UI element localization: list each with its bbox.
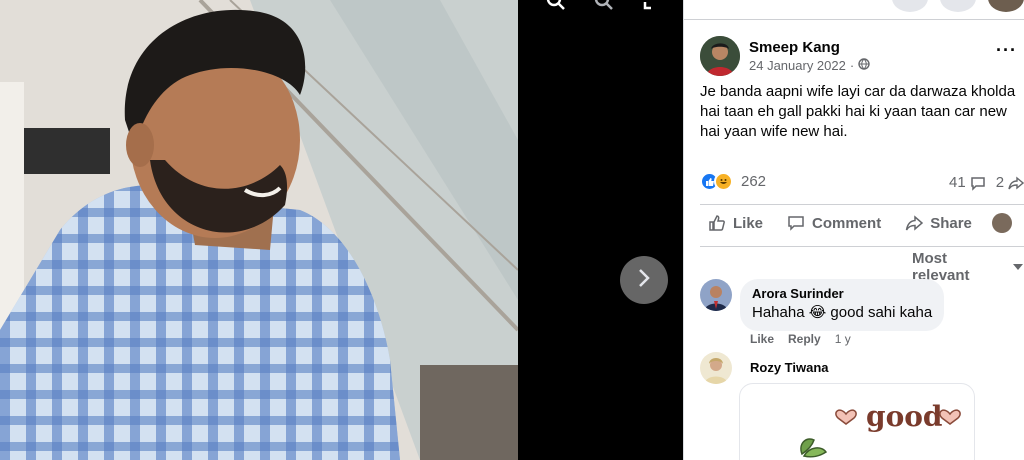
commenter-name[interactable]: Arora Surinder: [752, 286, 932, 302]
photo-illustration: [0, 0, 518, 460]
post-author[interactable]: Smeep Kang: [749, 38, 870, 57]
panel-header: [684, 0, 1024, 20]
reaction-count: 262: [741, 173, 767, 190]
reactions-summary[interactable]: 262: [700, 172, 766, 191]
haha-reaction-icon: [714, 172, 733, 191]
zoom-in-icon[interactable]: [545, 0, 567, 12]
commenter-name[interactable]: Rozy Tiwana: [750, 352, 829, 384]
sticker-text: good: [866, 400, 943, 433]
comment-item: Rozy Tiwana: [700, 352, 829, 384]
fullscreen-icon[interactable]: [641, 0, 663, 12]
author-avatar[interactable]: [700, 36, 740, 76]
more-options-button[interactable]: ···: [996, 40, 1017, 61]
good-sticker: good: [800, 400, 961, 458]
chevron-right-icon: [636, 268, 652, 293]
comment-sticker[interactable]: good: [739, 383, 975, 460]
comment-button[interactable]: Comment: [787, 214, 881, 232]
divider: [700, 246, 1024, 247]
zoom-out-icon[interactable]: [593, 0, 615, 12]
post-header: Smeep Kang 24 January 2022 ·: [700, 36, 870, 76]
commenter-avatar[interactable]: [700, 279, 732, 311]
chevron-down-icon: [1012, 259, 1024, 276]
share-arrow-icon: [1008, 175, 1024, 191]
thumbs-up-icon: [708, 214, 726, 232]
photo-viewer: [0, 0, 683, 460]
engagement-counts: 41 2: [949, 174, 1024, 191]
comment-icon: [787, 214, 805, 232]
share-count[interactable]: 2: [996, 174, 1024, 191]
notifications-button[interactable]: [892, 0, 928, 12]
comment-reply-link[interactable]: Reply: [788, 332, 821, 346]
post-text: Je banda aapni wife layi car da darwaza …: [700, 83, 1016, 140]
post-photo[interactable]: [0, 0, 518, 460]
comment-bubble: Arora Surinder Hahaha 😂 good sahi kaha: [740, 279, 945, 331]
comment-text: Hahaha 😂 good sahi kaha: [752, 303, 933, 321]
account-avatar[interactable]: [988, 0, 1024, 12]
comment-like-link[interactable]: Like: [750, 332, 774, 346]
post-actions: Like Comment Share: [708, 213, 1012, 233]
comment-count[interactable]: 41: [949, 174, 986, 191]
laughing-emoji: 😂: [808, 303, 827, 321]
react-as-avatar[interactable]: [991, 213, 1012, 233]
viewer-toolbar: [545, 0, 663, 12]
share-icon: [905, 214, 924, 232]
comment-actions: Like Reply 1 y: [750, 332, 851, 346]
comment-item: Arora Surinder Hahaha 😂 good sahi kaha: [700, 279, 945, 331]
next-photo-button[interactable]: [620, 256, 668, 304]
commenter-avatar[interactable]: [700, 352, 732, 384]
post-date[interactable]: 24 January 2022: [749, 57, 846, 74]
globe-icon: [858, 57, 870, 74]
messenger-button[interactable]: [940, 0, 976, 12]
comment-bubble-icon: [970, 175, 986, 191]
post-panel: Smeep Kang 24 January 2022 · ··· Je band…: [683, 0, 1024, 460]
comment-time[interactable]: 1 y: [835, 332, 851, 346]
share-button[interactable]: Share: [905, 214, 972, 232]
like-button[interactable]: Like: [708, 214, 763, 232]
divider: [700, 204, 1024, 205]
